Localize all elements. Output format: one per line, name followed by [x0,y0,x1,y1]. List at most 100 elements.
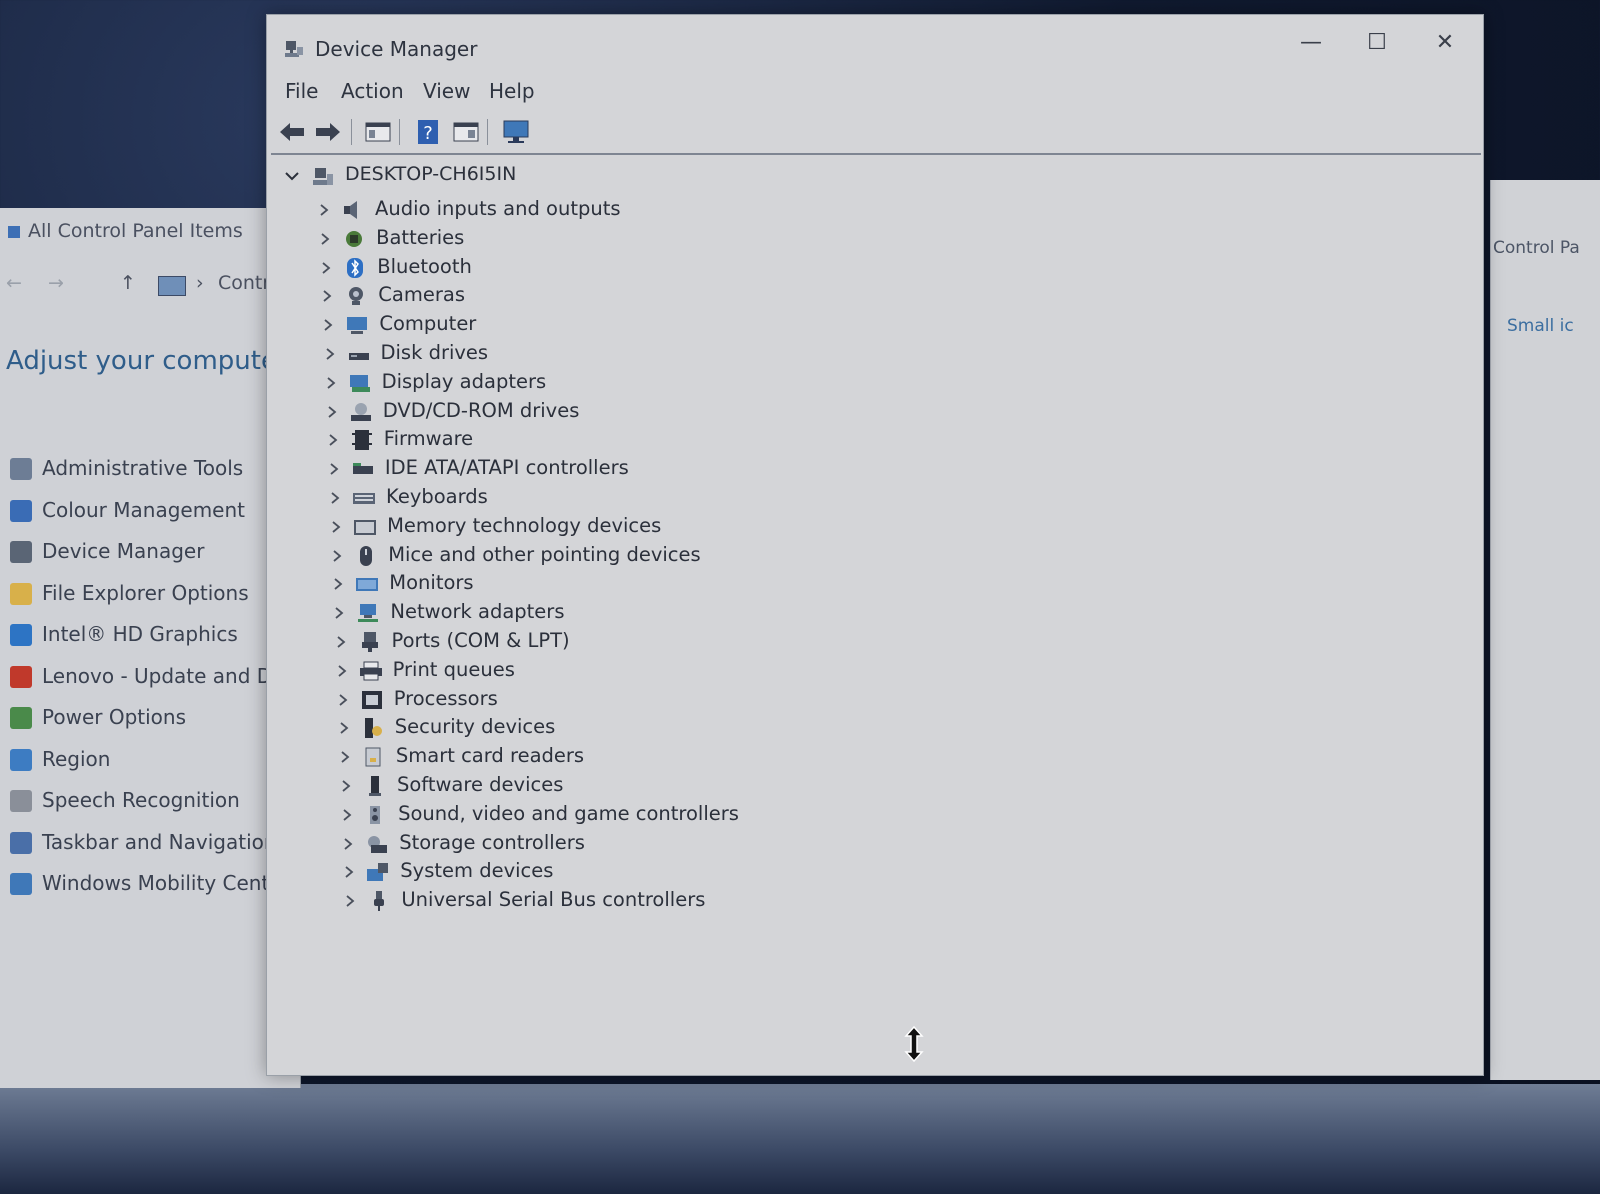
scan-hardware-button[interactable] [501,117,531,147]
maximize-button[interactable]: ☐ [1351,25,1403,61]
chevron-right-icon[interactable] [329,519,343,535]
back-arrow-icon [280,123,304,141]
chevron-right-icon[interactable] [319,260,333,276]
control-panel-item-label: Intel® HD Graphics [42,622,238,646]
chevron-right-icon[interactable] [335,663,349,679]
toolbar: ? [271,113,1481,155]
control-panel-item-icon [10,624,32,646]
maximize-icon: ☐ [1367,30,1387,55]
help-button[interactable]: ? [413,117,443,147]
device-category-label: Mice and other pointing devices [388,542,701,566]
back-button[interactable] [277,117,307,147]
device-category-label: Smart card readers [395,744,585,768]
device-category-label: System devices [400,859,554,883]
device-category-label: Monitors [389,571,474,595]
chevron-right-icon[interactable] [337,720,351,736]
computer-name: DESKTOP-CH6I5IN [345,163,517,185]
chevron-right-icon[interactable] [327,461,341,477]
control-panel-item-icon [10,582,32,605]
device-category-label: Cameras [378,283,465,307]
up-icon[interactable]: ↑ [120,272,136,294]
software-device-icon [369,776,381,796]
control-panel-title-text: All Control Panel Items [28,220,243,242]
port-icon [361,632,378,652]
chevron-right-icon[interactable] [340,807,354,823]
bluetooth-icon [347,257,364,278]
smart-card-icon [365,747,381,767]
chevron-right-icon[interactable] [323,346,337,362]
close-icon: ✕ [1435,30,1455,55]
control-panel-item-label: Windows Mobility Centre [42,871,290,895]
control-panel-item-icon [10,541,32,563]
chevron-right-icon[interactable] [339,778,353,794]
device-category-label: Software devices [397,773,564,796]
camera-icon [349,287,364,306]
storage-icon [368,835,388,853]
device-category-label: Processors [393,686,498,710]
forward-button[interactable] [313,117,343,147]
chevron-right-icon[interactable] [332,605,346,621]
breadcrumb[interactable]: Contr [218,272,270,294]
control-panel-item-label: Device Manager [42,539,205,563]
device-category-label: Audio inputs and outputs [375,197,621,220]
control-panel-item-icon [10,748,32,771]
device-category-label: Network adapters [390,600,565,624]
menu-bar: File Action View Help [267,77,1483,111]
device-tree: DESKTOP-CH6I5IN Audio inputs and outputs… [273,157,1531,1007]
chevron-right-icon[interactable] [328,490,342,506]
minimize-icon: — [1300,30,1322,55]
minimize-button[interactable]: — [1285,25,1337,61]
chevron-right-icon[interactable] [334,634,348,650]
title-bar[interactable]: Device Manager — ☐ ✕ [267,15,1483,81]
control-panel-item-icon [10,873,32,895]
menu-view[interactable]: View [423,79,470,103]
control-panel-item-label: Taskbar and Navigation [42,829,277,854]
chevron-right-icon[interactable] [336,692,350,708]
control-panel-icon [8,225,20,238]
svg-text:?: ? [423,123,433,144]
desk-surface [0,1084,1600,1194]
device-category-label: Disk drives [380,341,489,364]
control-panel-item-icon [10,707,32,729]
control-panel-item-icon [10,790,32,812]
toolbar-separator [351,119,352,145]
forward-icon[interactable]: → [48,272,64,294]
chevron-right-icon[interactable] [330,548,344,564]
monitor-icon [356,578,379,592]
close-button[interactable]: ✕ [1419,25,1471,61]
usb-icon [374,891,385,912]
resize-cursor-icon [904,1026,924,1062]
control-panel-item-icon [10,499,32,522]
menu-action[interactable]: Action [341,79,404,103]
device-category-label: Memory technology devices [387,513,662,537]
control-panel-item-label: Colour Management [42,497,245,522]
menu-help[interactable]: Help [489,79,535,103]
chevron-right-icon[interactable] [341,836,355,852]
control-panel-item-label: Administrative Tools [42,456,244,480]
chevron-right-icon[interactable] [317,202,331,218]
chevron-right-icon[interactable] [342,864,356,880]
window-title: Device Manager [315,37,478,61]
device-category-label: Bluetooth [377,254,472,278]
show-hide-console-tree-button[interactable] [363,117,393,147]
properties-button[interactable] [451,117,481,147]
chevron-right-icon[interactable] [338,749,352,765]
back-icon[interactable]: ← [6,272,22,294]
disk-drive-icon [348,353,369,360]
device-manager-icon [285,41,303,57]
chevron-right-icon[interactable] [326,432,340,448]
chevron-right-icon[interactable] [320,288,334,304]
chevron-right-icon[interactable] [321,317,335,333]
computer-icon [313,168,333,185]
device-category-label: Display adapters [381,369,547,393]
chevron-right-icon[interactable] [318,231,332,247]
device-category-label: Sound, video and game controllers [398,801,739,825]
menu-file[interactable]: File [285,79,318,103]
chevron-right-icon[interactable] [331,576,345,592]
chevron-down-icon[interactable] [283,167,301,185]
control-panel-item-icon [10,665,32,688]
chevron-right-icon[interactable] [324,375,338,391]
speaker-icon [344,201,357,219]
chevron-right-icon[interactable] [343,893,357,909]
chevron-right-icon[interactable] [325,404,339,420]
